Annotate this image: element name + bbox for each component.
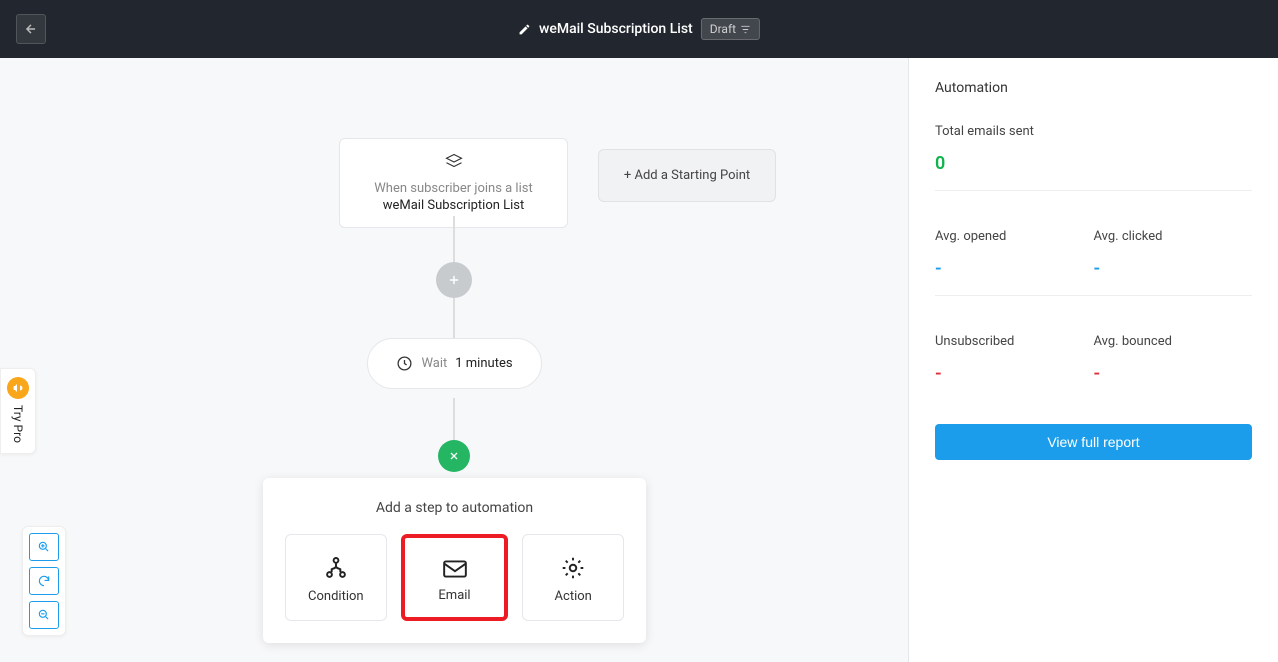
option-label: Email (438, 588, 470, 603)
option-email[interactable]: Email (401, 534, 509, 621)
option-condition[interactable]: Condition (285, 534, 387, 621)
header-center: weMail Subscription List Draft (518, 18, 760, 40)
gear-icon (560, 555, 586, 581)
avg-bounced-label: Avg. bounced (1094, 334, 1253, 349)
page-title: weMail Subscription List (539, 21, 693, 37)
avg-bounced-value: - (1094, 363, 1101, 384)
zoom-in-button[interactable] (29, 533, 59, 561)
filter-icon (740, 24, 751, 35)
pencil-icon (518, 23, 531, 36)
trigger-card[interactable]: When subscriber joins a list weMail Subs… (339, 138, 568, 228)
zoom-in-icon (37, 540, 51, 554)
option-label: Condition (308, 589, 364, 604)
add-starting-point-button[interactable]: + Add a Starting Point (598, 149, 776, 202)
main-content: When subscriber joins a list weMail Subs… (0, 58, 1278, 662)
header-bar: weMail Subscription List Draft (0, 0, 1278, 58)
wait-value: 1 minutes (455, 356, 512, 371)
zoom-controls (22, 526, 66, 636)
branch-icon (323, 555, 349, 581)
avg-opened-label: Avg. opened (935, 229, 1094, 244)
automation-canvas[interactable]: When subscriber joins a list weMail Subs… (0, 58, 908, 662)
unsubscribed-value: - (935, 363, 942, 384)
back-button[interactable] (16, 14, 46, 44)
zoom-out-icon (37, 608, 51, 622)
add-step-node[interactable] (436, 262, 472, 298)
plus-icon (447, 273, 461, 287)
option-action[interactable]: Action (522, 534, 624, 621)
close-popover-node[interactable] (438, 440, 470, 472)
popover-options: Condition Email Action (285, 534, 624, 621)
clock-icon (396, 355, 413, 372)
total-emails-label: Total emails sent (935, 124, 1252, 139)
arrow-left-icon (24, 22, 38, 36)
zoom-out-button[interactable] (29, 601, 59, 629)
option-label: Action (555, 589, 592, 604)
status-badge[interactable]: Draft (701, 18, 760, 40)
sidebar-title: Automation (935, 80, 1252, 96)
add-step-popover: Add a step to automation Condition Email… (263, 478, 646, 643)
sidebar-panel: Automation Total emails sent 0 Avg. open… (908, 58, 1278, 662)
try-pro-label: Try Pro (11, 405, 25, 443)
avg-clicked-label: Avg. clicked (1094, 229, 1253, 244)
try-pro-tab[interactable]: Try Pro (0, 368, 36, 454)
avg-clicked-value: - (1094, 258, 1101, 279)
view-full-report-button[interactable]: View full report (935, 424, 1252, 460)
zoom-reset-button[interactable] (29, 567, 59, 595)
avg-opened-value: - (935, 258, 942, 279)
total-emails-value: 0 (935, 153, 945, 174)
connector-line (453, 298, 455, 338)
unsubscribed-label: Unsubscribed (935, 334, 1094, 349)
refresh-icon (37, 574, 51, 588)
status-text: Draft (710, 22, 736, 36)
wait-step-card[interactable]: Wait 1 minutes (367, 338, 542, 389)
mail-icon (442, 558, 468, 580)
trigger-list-name: weMail Subscription List (352, 198, 555, 213)
add-starting-point-label: + Add a Starting Point (624, 168, 750, 183)
layers-icon (445, 153, 463, 171)
wait-label: Wait (421, 356, 447, 371)
popover-title: Add a step to automation (285, 500, 624, 516)
megaphone-icon (7, 377, 29, 399)
close-icon (448, 450, 460, 462)
trigger-description: When subscriber joins a list (352, 181, 555, 196)
